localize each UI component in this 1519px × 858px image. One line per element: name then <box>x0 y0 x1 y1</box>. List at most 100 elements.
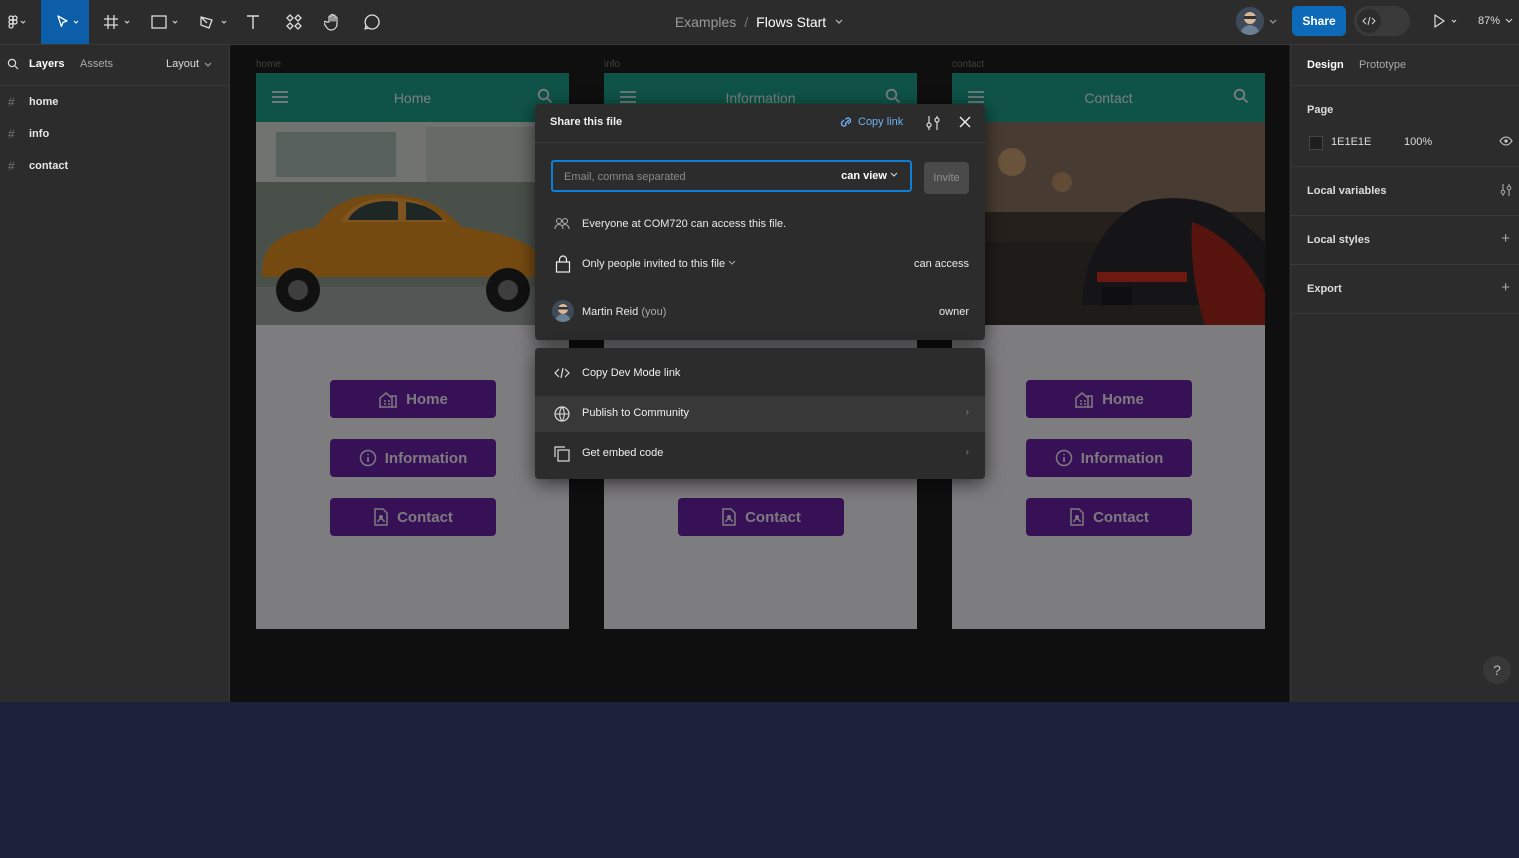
present-play-icon[interactable] <box>1432 14 1460 28</box>
permission-select[interactable]: can view <box>841 170 898 182</box>
layer-item-info[interactable]: # info <box>0 119 229 149</box>
share-dialog-header: Share this file Copy link <box>535 104 985 143</box>
hand-icon <box>324 13 338 31</box>
page-section: Page 1E1E1E 100% <box>1291 86 1519 167</box>
help-button[interactable]: ? <box>1483 656 1511 684</box>
access-restriction-label: Only people invited to this file <box>582 258 726 270</box>
chevron-down-icon[interactable] <box>204 61 212 69</box>
page-opacity-value[interactable]: 100% <box>1404 136 1432 148</box>
right-panel-tabs: Design Prototype <box>1291 45 1519 86</box>
team-people-icon <box>554 217 570 230</box>
tab-assets[interactable]: Assets <box>80 58 113 70</box>
permission-label: can view <box>841 170 887 182</box>
member-role: owner <box>939 306 969 318</box>
layer-item-contact[interactable]: # contact <box>0 151 229 181</box>
add-style-plus-icon[interactable]: + <box>1501 230 1510 247</box>
file-name[interactable]: Flows Start <box>756 14 826 30</box>
lock-icon <box>555 255 571 273</box>
org-access-text: Everyone at COM720 can access this file. <box>582 218 787 230</box>
pen-icon <box>200 16 227 29</box>
settings-sliders-icon[interactable] <box>925 115 941 131</box>
figma-logo-icon <box>8 15 26 29</box>
layer-name: home <box>29 96 59 108</box>
local-variables-section: Local variables <box>1291 167 1519 216</box>
layers-panel: Layers Assets Layout # home # info # con… <box>0 45 230 702</box>
variables-adjust-icon[interactable] <box>1499 183 1513 197</box>
tab-design[interactable]: Design <box>1307 59 1344 71</box>
copy-link-label: Copy link <box>858 116 904 128</box>
comment-tool-button[interactable] <box>359 0 385 44</box>
publish-to-community-item[interactable]: Publish to Community › <box>535 396 985 432</box>
invite-button[interactable]: Invite <box>924 162 969 194</box>
frame-tool-button[interactable] <box>96 0 136 44</box>
user-avatar[interactable] <box>1236 7 1264 35</box>
page-color-swatch[interactable] <box>1309 136 1323 150</box>
cursor-icon <box>57 15 79 28</box>
member-name: Martin Reid (you) <box>582 306 666 318</box>
member-name-label: Martin Reid <box>582 306 639 318</box>
chevron-right-icon: › <box>965 407 969 418</box>
tab-prototype[interactable]: Prototype <box>1359 59 1406 71</box>
add-export-plus-icon[interactable]: + <box>1501 279 1510 296</box>
frame-layer-icon: # <box>8 95 15 109</box>
breadcrumb-separator: / <box>744 14 749 30</box>
tab-layout[interactable]: Layout <box>166 58 199 70</box>
share-dialog: Share this file Copy link can view Invit… <box>535 104 985 340</box>
copy-link-button[interactable]: Copy link <box>838 115 903 129</box>
search-icon[interactable] <box>7 58 19 70</box>
frame-icon <box>104 15 130 29</box>
chevron-down-icon <box>728 260 736 265</box>
member-you-label: (you) <box>641 306 667 318</box>
access-restriction-select[interactable]: Only people invited to this file <box>582 258 736 270</box>
layer-item-home[interactable]: # home <box>0 87 229 117</box>
share-button[interactable]: Share <box>1292 6 1346 36</box>
tab-layers[interactable]: Layers <box>29 58 64 70</box>
copy-dev-mode-link-item[interactable]: Copy Dev Mode link <box>535 356 985 392</box>
eye-icon[interactable] <box>1499 136 1513 146</box>
page-heading: Page <box>1307 104 1334 116</box>
layer-name: info <box>29 128 50 140</box>
left-panel-tabs: Layers Assets Layout <box>0 45 229 86</box>
code-icon <box>1362 16 1376 26</box>
user-avatar <box>552 300 574 322</box>
design-panel: Design Prototype Page 1E1E1E 100% Local … <box>1290 45 1519 702</box>
breadcrumb-project[interactable]: Examples <box>675 14 736 30</box>
chevron-down-icon[interactable] <box>1268 18 1278 26</box>
pen-tool-button[interactable] <box>193 0 233 44</box>
zoom-level[interactable]: 87% <box>1478 15 1500 27</box>
code-icon <box>554 367 570 379</box>
copy-dev-mode-link-label: Copy Dev Mode link <box>582 367 681 379</box>
chevron-down-icon[interactable] <box>834 18 844 26</box>
close-icon[interactable] <box>959 116 971 128</box>
chevron-down-icon <box>890 172 898 177</box>
top-toolbar: Examples / Flows Start Share 87% <box>0 0 1519 45</box>
hand-tool-button[interactable] <box>320 0 346 44</box>
local-variables-label[interactable]: Local variables <box>1307 185 1387 197</box>
invite-email-field: can view <box>551 160 912 192</box>
page-color-value[interactable]: 1E1E1E <box>1331 136 1371 148</box>
export-section: Export + <box>1291 265 1519 314</box>
frame-layer-icon: # <box>8 127 15 141</box>
frame-layer-icon: # <box>8 159 15 173</box>
access-permission-label[interactable]: can access <box>914 258 969 270</box>
resources-tool-button[interactable] <box>281 0 307 44</box>
local-styles-label: Local styles <box>1307 234 1370 246</box>
local-styles-section: Local styles + <box>1291 216 1519 265</box>
embed-copy-icon <box>554 446 570 462</box>
chevron-down-icon[interactable] <box>1505 17 1513 25</box>
text-icon <box>247 15 259 29</box>
email-input[interactable] <box>553 162 836 192</box>
share-dialog-title: Share this file <box>550 116 623 128</box>
globe-icon <box>554 406 570 422</box>
dev-mode-toggle[interactable] <box>1354 6 1410 36</box>
share-options-menu: Copy Dev Mode link Publish to Community … <box>535 348 985 479</box>
components-icon <box>286 14 302 30</box>
layer-name: contact <box>29 160 69 172</box>
get-embed-code-item[interactable]: Get embed code › <box>535 436 985 472</box>
shape-tool-button[interactable] <box>144 0 184 44</box>
text-tool-button[interactable] <box>240 0 266 44</box>
main-menu-button[interactable] <box>0 0 34 44</box>
figma-app: Examples / Flows Start Share 87% Layers … <box>0 0 1519 702</box>
publish-to-community-label: Publish to Community <box>582 407 689 419</box>
move-tool-button[interactable] <box>41 0 89 44</box>
